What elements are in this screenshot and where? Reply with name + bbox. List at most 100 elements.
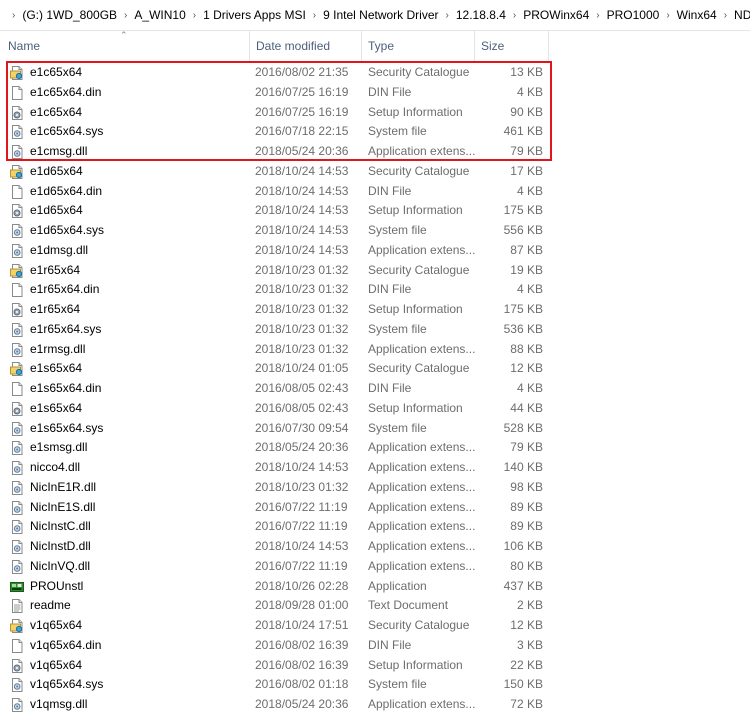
file-name[interactable]: PROUnstl (30, 577, 245, 597)
file-name[interactable]: NicInVQ.dll (30, 557, 245, 577)
column-header-type[interactable]: Type (362, 30, 475, 61)
file-name[interactable]: v1q65x64.sys (30, 675, 245, 695)
breadcrumb-item[interactable]: (G:) 1WD_800GB (19, 8, 120, 22)
file-row[interactable]: v1q65x64.din 2016/08/02 16:39 DIN File 3 KB (0, 636, 750, 656)
file-row[interactable]: e1s65x64 2018/10/24 01:05 Security Catalog… (0, 359, 750, 379)
file-date-modified: 2018/10/26 02:28 (255, 578, 349, 593)
breadcrumb-item[interactable]: PRO1000 (604, 8, 663, 22)
file-name[interactable]: v1q65x64 (30, 656, 245, 676)
file-row[interactable]: e1dmsg.dll 2018/10/24 14:53 Application ex… (0, 241, 750, 261)
file-name[interactable]: readme (30, 596, 245, 616)
file-row[interactable]: v1q65x64 2016/08/02 16:39 Setup Informatio… (0, 656, 750, 676)
file-row[interactable]: v1q65x64.sys 2016/08/02 01:18 System file 1… (0, 675, 750, 695)
file-name[interactable]: e1smsg.dll (30, 438, 245, 458)
breadcrumb-separator-icon[interactable]: › (120, 10, 131, 21)
file-row[interactable]: NicInVQ.dll 2016/07/22 11:19 Application e… (0, 557, 750, 577)
file-name[interactable]: e1c65x64 (30, 103, 245, 123)
file-row[interactable]: e1smsg.dll 2018/05/24 20:36 Application ex… (0, 438, 750, 458)
breadcrumb-separator-icon[interactable]: › (720, 10, 731, 21)
breadcrumb-separator-icon[interactable]: › (592, 10, 603, 21)
file-name[interactable]: e1d65x64 (30, 201, 245, 221)
breadcrumb-separator-icon[interactable]: › (509, 10, 520, 21)
file-name[interactable]: e1c65x64 (30, 63, 245, 83)
file-row[interactable]: e1d65x64 2018/10/24 14:53 Setup Informatio… (0, 201, 750, 221)
breadcrumb-separator-icon[interactable]: › (442, 10, 453, 21)
file-name[interactable]: e1r65x64.sys (30, 320, 245, 340)
file-name[interactable]: NicInstC.dll (30, 517, 245, 537)
file-name[interactable]: e1s65x64.din (30, 379, 245, 399)
dll-icon (10, 340, 26, 360)
file-row[interactable]: e1s65x64 2016/08/05 02:43 Setup Informatio… (0, 399, 750, 419)
file-row[interactable]: e1c65x64 2016/07/25 16:19 Setup Informatio… (0, 103, 750, 123)
file-date-modified: 2016/08/02 16:39 (255, 657, 349, 672)
file-name[interactable]: NicInE1S.dll (30, 498, 245, 518)
breadcrumb-item[interactable]: 9 Intel Network Driver (320, 8, 441, 22)
file-row[interactable]: e1r65x64 2018/10/23 01:32 Setup Informatio… (0, 300, 750, 320)
column-header-size[interactable]: Size (475, 30, 549, 61)
file-name[interactable]: e1dmsg.dll (30, 241, 245, 261)
breadcrumb-item[interactable]: Winx64 (674, 8, 720, 22)
file-size: 4 KB (516, 381, 543, 395)
breadcrumb-item[interactable]: A_WIN10 (131, 8, 188, 22)
file-row[interactable]: nicco4.dll 2018/10/24 14:53 Application ex… (0, 458, 750, 478)
file-row[interactable]: v1q65x64 2018/10/24 17:51 Security Catalog… (0, 616, 750, 636)
file-name[interactable]: e1d65x64 (30, 162, 245, 182)
file-name[interactable]: e1d65x64.sys (30, 221, 245, 241)
file-name[interactable]: e1c65x64.sys (30, 122, 245, 142)
file-row[interactable]: e1s65x64.sys 2016/07/30 09:54 System file 5… (0, 419, 750, 439)
file-row[interactable]: e1r65x64 2018/10/23 01:32 Security Catalog… (0, 261, 750, 281)
file-type: System file (368, 677, 427, 692)
file-row[interactable]: e1c65x64 2016/08/02 21:35 Security Catalog… (0, 63, 750, 83)
file-row[interactable]: e1c65x64.din 2016/07/25 16:19 DIN File 4 KB (0, 83, 750, 103)
file-name[interactable]: v1q65x64.din (30, 636, 245, 656)
file-name[interactable]: e1s65x64 (30, 399, 245, 419)
file-row[interactable]: v1qmsg.dll 2018/05/24 20:36 Application ex… (0, 695, 750, 715)
file-name[interactable]: e1r65x64 (30, 300, 245, 320)
breadcrumb-item[interactable]: PROWinx64 (520, 8, 592, 22)
file-row[interactable]: e1r65x64.sys 2018/10/23 01:32 System file 5… (0, 320, 750, 340)
file-size: 106 KB (503, 539, 543, 553)
file-name[interactable]: e1s65x64.sys (30, 419, 245, 439)
file-name[interactable]: e1c65x64.din (30, 83, 245, 103)
file-name[interactable]: e1s65x64 (30, 359, 245, 379)
file-row[interactable]: NicInstC.dll 2016/07/22 11:19 Application … (0, 517, 750, 537)
file-name[interactable]: e1rmsg.dll (30, 340, 245, 360)
breadcrumb-item[interactable]: NDIS65 (731, 8, 750, 22)
file-row[interactable]: PROUnstl 2018/10/26 02:28 Application 437 K… (0, 577, 750, 597)
file-name[interactable]: e1cmsg.dll (30, 142, 245, 162)
file-name[interactable]: nicco4.dll (30, 458, 245, 478)
file-size: 98 KB (510, 479, 543, 494)
system-file-icon (10, 320, 26, 340)
breadcrumb-item[interactable]: 1 Drivers Apps MSI (200, 8, 309, 22)
file-row[interactable]: e1d65x64 2018/10/24 14:53 Security Catalog… (0, 162, 750, 182)
file-row[interactable]: NicInstD.dll 2018/10/24 14:53 Application … (0, 537, 750, 557)
file-name[interactable]: NicInE1R.dll (30, 478, 245, 498)
column-header-name[interactable]: Name (2, 30, 250, 61)
file-date-modified: 2018/10/24 14:53 (255, 203, 349, 218)
file-name[interactable]: v1qmsg.dll (30, 695, 245, 715)
file-row[interactable]: readme 2018/09/28 01:00 Text Document 2 KB (0, 596, 750, 616)
file-row[interactable]: NicInE1R.dll 2018/10/23 01:32 Application … (0, 478, 750, 498)
file-row[interactable]: e1rmsg.dll 2018/10/23 01:32 Application ex… (0, 340, 750, 360)
column-header-date-modified[interactable]: Date modified (250, 30, 362, 61)
breadcrumb-separator-icon[interactable]: › (309, 10, 320, 21)
file-row[interactable]: e1r65x64.din 2018/10/23 01:32 DIN File 4 KB (0, 280, 750, 300)
file-row[interactable]: e1cmsg.dll 2018/05/24 20:36 Application ex… (0, 142, 750, 162)
file-name[interactable]: e1r65x64 (30, 261, 245, 281)
file-row[interactable]: NicInE1S.dll 2016/07/22 11:19 Application … (0, 498, 750, 518)
file-name[interactable]: v1q65x64 (30, 616, 245, 636)
breadcrumb-item[interactable]: 12.18.8.4 (453, 8, 509, 22)
file-row[interactable]: e1d65x64.sys 2018/10/24 14:53 System file 5… (0, 221, 750, 241)
file-row[interactable]: e1d65x64.din 2018/10/24 14:53 DIN File 4 KB (0, 182, 750, 202)
file-date-modified: 2018/10/24 14:53 (255, 183, 349, 198)
file-name[interactable]: NicInstD.dll (30, 537, 245, 557)
file-row[interactable]: e1c65x64.sys 2016/07/18 22:15 System file 4… (0, 122, 750, 142)
catalog-icon (10, 63, 26, 83)
file-row[interactable]: e1s65x64.din 2016/08/05 02:43 DIN File 4 KB (0, 379, 750, 399)
catalog-icon (10, 261, 26, 281)
breadcrumb-separator-icon[interactable]: › (0, 10, 19, 21)
breadcrumb-separator-icon[interactable]: › (189, 10, 200, 21)
breadcrumb-separator-icon[interactable]: › (662, 10, 673, 21)
file-name[interactable]: e1d65x64.din (30, 182, 245, 202)
file-name[interactable]: e1r65x64.din (30, 280, 245, 300)
